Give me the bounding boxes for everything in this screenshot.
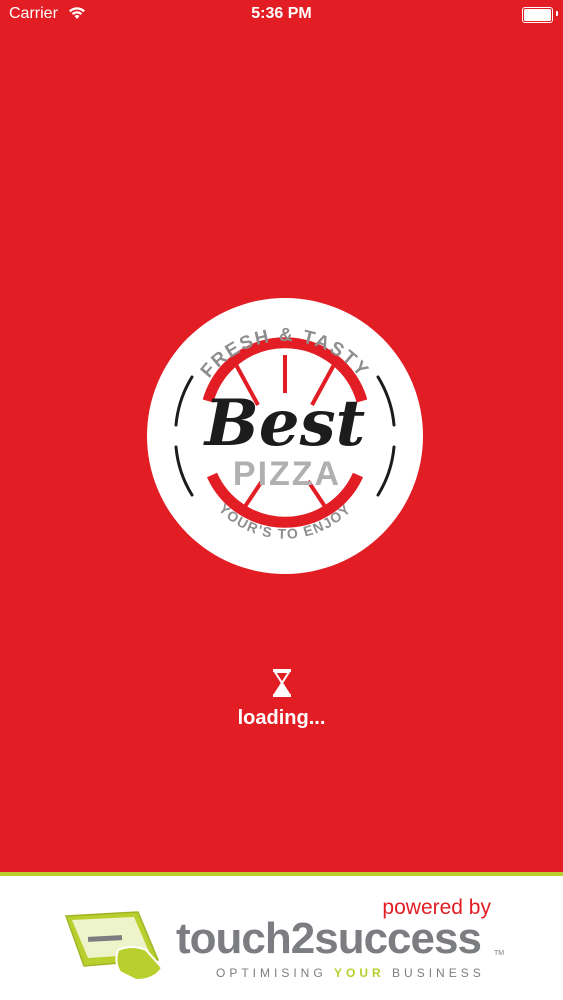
hourglass-icon bbox=[272, 668, 292, 698]
tagline-highlight: YOUR bbox=[334, 966, 385, 980]
loading-text: loading... bbox=[237, 707, 326, 729]
status-bar: Carrier 5:36 PM bbox=[0, 0, 563, 30]
footer-tagline: OPTIMISING YOUR BUSINESS bbox=[216, 966, 485, 980]
battery-icon bbox=[522, 7, 553, 23]
tagline-post: BUSINESS bbox=[384, 966, 485, 980]
best-pizza-logo: FRESH & TASTY YOUR'S TO ENJOY Best PIZZA bbox=[147, 298, 423, 574]
tagline-pre: OPTIMISING bbox=[216, 966, 335, 980]
status-time: 5:36 PM bbox=[251, 5, 312, 22]
battery-cap bbox=[556, 11, 558, 16]
logo-pizza-word: PIZZA bbox=[233, 455, 341, 493]
trademark-mark: TM bbox=[494, 950, 505, 957]
logo-best-script: Best bbox=[203, 386, 365, 461]
powered-by-footer: powered by touch2success TM OPTIMISING Y… bbox=[0, 872, 563, 1000]
touchscreen-hand-icon bbox=[64, 911, 164, 982]
touch2success-brand: touch2success bbox=[176, 914, 482, 963]
loading-indicator: loading... bbox=[0, 668, 563, 730]
